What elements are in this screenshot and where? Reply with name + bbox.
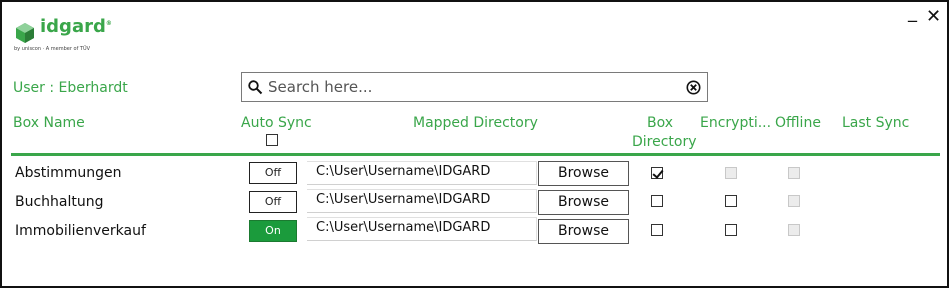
auto-sync-toggle[interactable]: Off xyxy=(249,162,297,184)
encryption-checkbox[interactable] xyxy=(725,195,737,207)
browse-button[interactable]: Browse xyxy=(538,161,629,186)
box-directory-checkbox[interactable] xyxy=(651,224,663,236)
encryption-checkbox[interactable] xyxy=(725,224,737,236)
column-header-mapped-directory: Mapped Directory xyxy=(413,115,538,131)
header-divider xyxy=(11,153,940,156)
search-box xyxy=(241,72,708,102)
minimize-button[interactable]: _ xyxy=(908,4,917,22)
auto-sync-select-all-checkbox[interactable] xyxy=(266,134,278,146)
auto-sync-toggle[interactable]: Off xyxy=(249,191,297,213)
browse-button[interactable]: Browse xyxy=(538,190,629,215)
offline-checkbox xyxy=(788,195,800,207)
column-header-offline: Offline xyxy=(775,115,821,131)
column-header-encryption: Encrypti... xyxy=(700,115,772,131)
mapped-directory-field[interactable]: C:\User\Username\IDGARD xyxy=(307,161,537,185)
mapped-directory-field[interactable]: C:\User\Username\IDGARD xyxy=(307,217,537,241)
offline-checkbox xyxy=(788,167,800,179)
column-header-box-directory-line1: Box xyxy=(647,115,674,131)
close-button[interactable]: ✕ xyxy=(926,8,941,26)
encryption-checkbox xyxy=(725,167,737,179)
offline-checkbox xyxy=(788,224,800,236)
column-header-last-sync: Last Sync xyxy=(842,115,910,131)
column-header-auto-sync: Auto Sync xyxy=(241,115,312,131)
logo-wordmark: idgard® xyxy=(40,16,112,37)
search-input[interactable] xyxy=(268,77,668,97)
mapped-directory-field[interactable]: C:\User\Username\IDGARD xyxy=(307,189,537,213)
column-header-box-name: Box Name xyxy=(13,115,85,131)
browse-button[interactable]: Browse xyxy=(538,219,629,244)
box-name: Abstimmungen xyxy=(15,165,122,181)
box-directory-checkbox[interactable] xyxy=(651,167,663,179)
search-icon xyxy=(248,80,263,95)
box-name: Buchhaltung xyxy=(15,194,104,210)
idgard-logo-icon xyxy=(16,23,34,43)
clear-search-icon[interactable] xyxy=(686,80,701,95)
app-window: idgard® by uniscon · A member of TÜV _ ✕… xyxy=(0,0,949,288)
box-name: Immobilienverkauf xyxy=(15,223,146,239)
user-label: User : Eberhardt xyxy=(13,80,128,96)
auto-sync-toggle[interactable]: On xyxy=(249,220,297,242)
logo-tagline: by uniscon · A member of TÜV xyxy=(14,46,91,52)
column-header-box-directory-line2: Directory xyxy=(632,134,697,150)
box-directory-checkbox[interactable] xyxy=(651,195,663,207)
